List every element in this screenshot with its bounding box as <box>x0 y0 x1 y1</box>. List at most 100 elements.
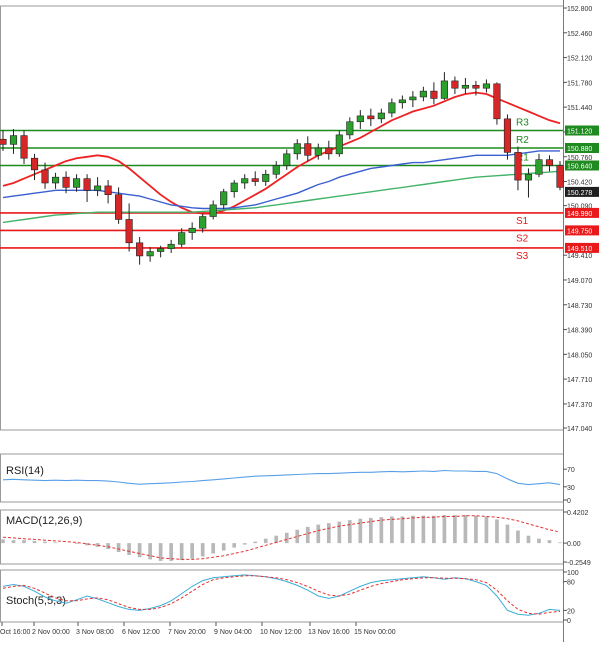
price-tick-label: 147.710 <box>567 377 592 384</box>
candle-body <box>62 176 70 188</box>
ma-line-fast <box>2 91 561 215</box>
candle-body <box>0 138 7 145</box>
x-tick-label: 13 Nov 16:00 <box>308 629 350 636</box>
candle-body <box>556 165 564 188</box>
price-tick-label: 149.410 <box>567 253 592 260</box>
macd-tick-label: -0.2549 <box>567 560 591 567</box>
candle-body <box>356 115 364 123</box>
candle-body <box>251 178 259 182</box>
macd-panel-frame <box>0 509 564 565</box>
trading-chart[interactable]: 152.800 152.460 152.120 151.780 151.440 151.1… <box>0 0 600 642</box>
rsi-line <box>2 469 561 486</box>
candle-body <box>377 112 385 120</box>
candle-body <box>545 159 554 166</box>
candle-body <box>503 118 512 153</box>
candle-body <box>451 80 459 89</box>
candle-body <box>293 143 301 155</box>
candle-body <box>535 159 543 175</box>
candle-body <box>115 194 123 220</box>
candle-body <box>20 135 28 159</box>
level-price-label-r3: 151.120 <box>567 129 592 136</box>
level-name-s2: S2 <box>516 233 529 244</box>
price-tick-label: 149.070 <box>567 278 592 285</box>
stoch-panel-frame <box>0 569 564 623</box>
candle-body <box>167 243 175 249</box>
price-panel-frame <box>0 5 564 431</box>
x-tick-label: Oct 16:00 <box>0 629 30 636</box>
price-tick-label: 152.800 <box>567 6 592 13</box>
candle-body <box>325 147 333 155</box>
x-tick-label: 6 Nov 12:00 <box>122 629 160 636</box>
candle-body <box>104 185 112 195</box>
candle-body <box>409 96 417 101</box>
x-tick-label: 15 Nov 00:00 <box>354 629 396 636</box>
candle-body <box>514 152 522 181</box>
level-price-label-s2: 149.750 <box>567 228 592 235</box>
level-name-s3: S3 <box>516 251 529 262</box>
candle-body <box>41 169 49 184</box>
candle-body <box>430 90 438 99</box>
candle-body <box>482 83 490 89</box>
candle-body <box>493 83 501 120</box>
candle-body <box>398 99 406 104</box>
candle-body <box>30 157 39 171</box>
x-tick-label: 7 Nov 20:00 <box>168 629 206 636</box>
price-tick-label: 148.730 <box>567 303 592 310</box>
rsi-tick-label: 30 <box>567 485 575 492</box>
price-tick-label: 148.390 <box>567 328 592 335</box>
price-tick-label: 147.370 <box>567 402 592 409</box>
candle-body <box>472 84 480 89</box>
candle-body <box>346 121 354 136</box>
x-tick-label: 2 Nov 00:00 <box>32 629 70 636</box>
price-tick-label: 151.780 <box>567 80 592 87</box>
level-price-label-s3: 149.510 <box>567 246 592 253</box>
candle-body <box>146 251 154 257</box>
candle-body <box>304 143 312 156</box>
candle-body <box>9 135 18 145</box>
candle-body <box>262 173 270 182</box>
candle-body <box>125 219 133 244</box>
level-price-label-r1: 150.640 <box>567 164 592 171</box>
x-tick-label: 10 Nov 12:00 <box>260 629 302 636</box>
candle-body <box>230 182 238 193</box>
stoch-tick-label: 100 <box>567 570 579 577</box>
stoch-tick-label: 80 <box>567 580 575 587</box>
candle-body <box>335 134 343 155</box>
rsi-panel-frame <box>0 453 564 503</box>
last-price-label: 150.278 <box>567 190 592 197</box>
rsi-tick-label: 0 <box>567 498 571 505</box>
candle-body <box>461 84 469 89</box>
candle-body <box>283 153 291 166</box>
x-tick-label: 3 Nov 08:00 <box>76 629 114 636</box>
price-tick-label: 150.420 <box>567 180 592 187</box>
candle-body <box>524 173 533 181</box>
stoch-tick-label: 0 <box>567 618 571 625</box>
candle-body <box>209 204 217 217</box>
rsi-tick-label: 70 <box>567 467 575 474</box>
chart-canvas[interactable]: 152.800 152.460 152.120 151.780 151.440 151.1… <box>0 0 600 642</box>
candle-body <box>94 185 102 191</box>
candle-body <box>272 165 280 175</box>
candle-body <box>199 216 207 229</box>
candle-body <box>440 80 448 99</box>
price-tick-label: 147.040 <box>567 426 592 433</box>
candle-body <box>157 248 165 252</box>
x-tick-label: 9 Nov 04:00 <box>214 629 252 636</box>
candle-body <box>83 178 91 191</box>
macd-tick-label: 0.4202 <box>567 510 589 517</box>
macd-tick-label: 0.00 <box>567 541 581 548</box>
candle-body <box>178 232 186 245</box>
candle-body <box>419 90 427 98</box>
stoch-tick-label: 20 <box>567 608 575 615</box>
candle-body <box>241 178 249 184</box>
price-tick-label: 152.120 <box>567 56 592 63</box>
candle-body <box>314 147 322 156</box>
stoch-k-line <box>2 574 561 616</box>
rsi-title: RSI(14) <box>6 465 44 477</box>
candle-body <box>388 102 396 114</box>
level-name-r2: R2 <box>516 135 529 146</box>
level-price-label-s1: 149.990 <box>567 211 592 218</box>
price-tick-label: 151.440 <box>567 105 592 112</box>
candle-body <box>220 191 228 206</box>
level-price-label-r2: 150.880 <box>567 146 592 153</box>
